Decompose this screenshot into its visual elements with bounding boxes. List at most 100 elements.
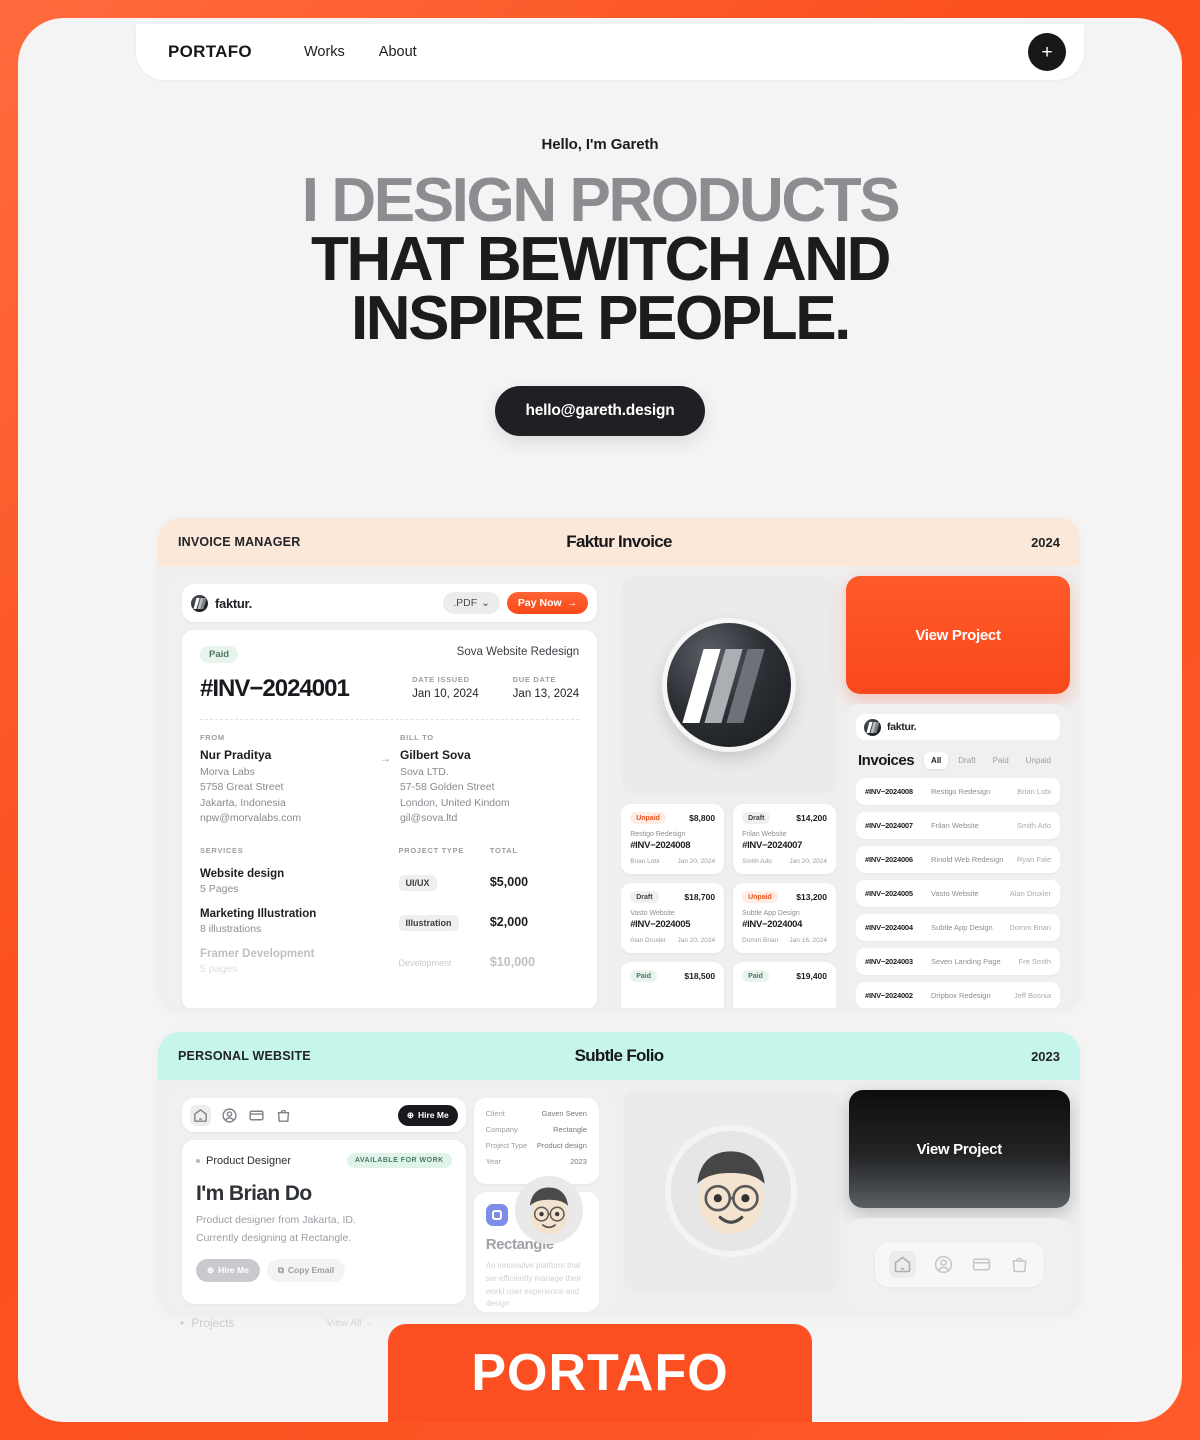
card-icon[interactable] (248, 1107, 265, 1124)
table-row[interactable]: #INV−2024008 Restigo Redesign Brian Lobi (856, 778, 1060, 805)
brand-logo[interactable]: PORTAFO (168, 42, 252, 62)
invoices-title: Invoices (858, 752, 915, 769)
faktur-topbar: faktur. .PDF ⌄ Pay Now → (182, 584, 598, 622)
row-client: Brian Lobi (1017, 787, 1051, 796)
meta-key: Company (485, 1125, 518, 1134)
tab-draft[interactable]: Draft (951, 752, 982, 769)
table-row[interactable]: #INV−2024005 Vasto Website Alan Druxler (856, 880, 1060, 907)
subtle-desc-1: Product designer from Jakarta, ID. (196, 1214, 356, 1226)
tab-paid[interactable]: Paid (986, 752, 1016, 769)
home-icon[interactable] (888, 1250, 916, 1278)
plus-circle-icon: ⊕ (406, 1109, 414, 1120)
mini-invoice-no: #INV−2024008 (630, 840, 691, 851)
hero-line-1: I DESIGN PRODUCTS (301, 166, 901, 235)
meta-value: 2023 (570, 1157, 587, 1166)
service-cell: Framer Development 5 pages (200, 948, 399, 975)
table-row[interactable]: #INV−2024007 Frilan Website Smith Ado (856, 812, 1060, 839)
copy-icon: ⧉ (277, 1264, 284, 1275)
bag-icon[interactable] (275, 1107, 292, 1124)
meta-row: Company Rectangle (486, 1125, 587, 1134)
due-date-value: Jan 13, 2024 (512, 688, 580, 700)
home-icon[interactable] (190, 1104, 211, 1126)
projects-label-text: Projects (191, 1316, 235, 1330)
service-title: Website design (200, 868, 285, 880)
project-card-faktur[interactable]: INVOICE MANAGER Faktur Invoice 2024 fakt… (158, 518, 1080, 1010)
mini-title: Subtle App Design (742, 910, 800, 917)
table-row[interactable]: #INV−2024003 Seven Landing Page Fre Smit… (856, 948, 1060, 975)
list-item[interactable]: Paid $18,500 (621, 962, 725, 1008)
nav-links: Works About (304, 44, 417, 60)
subtle-hero-card: Product Designer AVAILABLE FOR WORK I'm … (182, 1140, 583, 1304)
project-header: PERSONAL WEBSITE Subtle Folio 2023 (158, 1032, 1080, 1080)
meta-row: Project Type Product design (486, 1141, 587, 1150)
divider (200, 719, 580, 720)
list-item[interactable]: Unpaid $13,200 Subtle App Design #INV−20… (733, 883, 837, 953)
card-icon[interactable] (971, 1254, 992, 1275)
plus-circle-icon: ⊕ (207, 1264, 215, 1275)
list-item[interactable]: Draft $14,200 Frilan Website #INV−202400… (733, 804, 837, 874)
icon-bar (874, 1241, 1044, 1287)
date-issued-value: Jan 10, 2024 (412, 688, 479, 700)
dot-icon (196, 1158, 200, 1163)
rectangle-desc: An innovative platform that ser efficien… (485, 1261, 582, 1309)
pay-now-button[interactable]: Pay Now → (506, 592, 589, 614)
table-row[interactable]: #INV−2024006 Rinold Web Redesign Ryan Fa… (856, 846, 1060, 873)
email-cta-button[interactable]: hello@gareth.design (495, 386, 705, 436)
project-meta-card: Client Gaven Seven Company Rectangle Pro… (473, 1098, 599, 1184)
view-project-button[interactable]: View Project (846, 576, 1070, 694)
bill-to-line: Sova LTD. (399, 765, 449, 778)
service-cell: Marketing Illustration 8 illustrations (200, 908, 399, 935)
subtle-buttons: ⊕ Hire Me ⧉ Copy Email (196, 1258, 452, 1282)
project-body: ⊕ Hire Me Product Designer AVAILABLE FOR… (158, 1080, 1080, 1314)
tab-all[interactable]: All (924, 752, 949, 769)
download-pdf-button[interactable]: .PDF ⌄ (443, 592, 500, 614)
status-badge: Draft (742, 812, 771, 824)
meta-row: Year 2023 (486, 1157, 587, 1166)
meta-value: Rectangle (553, 1125, 587, 1134)
faktur-brand-label: faktur. (215, 595, 252, 611)
invoices-header: Invoices All Draft Paid Unpaid (858, 752, 1058, 769)
project-card-subtle-folio[interactable]: PERSONAL WEBSITE Subtle Folio 2023 ⊕ Hir… (158, 1032, 1080, 1314)
col-services: SERVICES (200, 846, 244, 855)
list-item[interactable]: Unpaid $8,800 Restigo Redesign #INV−2024… (621, 804, 725, 874)
list-item[interactable]: Draft $18,700 Vasto Website #INV−2024005… (621, 883, 725, 953)
row-invoice-no: #INV−2024005 (865, 889, 913, 898)
projects-label: • Projects (180, 1316, 235, 1330)
row-name: Vasto Website (931, 889, 979, 898)
service-sub: 8 illustrations (200, 923, 262, 935)
user-icon[interactable] (933, 1254, 954, 1275)
list-item[interactable]: Paid $19,400 (733, 962, 837, 1008)
view-project-button[interactable]: View Project (848, 1090, 1070, 1208)
mini-top: Draft $18,700 (630, 891, 715, 903)
user-icon[interactable] (221, 1107, 238, 1124)
service-type: Illustration (398, 914, 459, 931)
faktur-logo-card (621, 576, 837, 794)
copy-label: Copy Email (287, 1265, 335, 1275)
role-row: Product Designer AVAILABLE FOR WORK (196, 1153, 452, 1168)
invoices-list-card: faktur. Invoices All Draft Paid Unpaid #… (846, 704, 1070, 1008)
type-cell: Illustration (398, 913, 490, 931)
plus-icon[interactable]: + (1028, 33, 1066, 71)
table-row: Framer Development 5 pages Development $… (200, 948, 579, 975)
mini-top: Paid $18,500 (630, 970, 715, 982)
table-row[interactable]: #INV−2024002 Dripbox Redesign Jeff Bosni… (856, 982, 1060, 1008)
hire-label: Hire Me (417, 1110, 449, 1120)
bag-icon[interactable] (1009, 1254, 1030, 1275)
row-invoice-no: #INV−2024003 (865, 957, 913, 966)
amount: $13,200 (796, 892, 828, 902)
meta-value: Product design (536, 1141, 587, 1150)
hire-me-button[interactable]: ⊕ Hire Me (397, 1104, 458, 1126)
nav-link-about[interactable]: About (379, 44, 417, 60)
status-badge: Unpaid (630, 812, 666, 824)
role-label: Product Designer (206, 1154, 291, 1167)
tab-unpaid[interactable]: Unpaid (1019, 752, 1058, 769)
row-invoice-no: #INV−2024008 (865, 787, 913, 796)
mini-top: Unpaid $8,800 (630, 812, 715, 824)
mini-invoice-no: #INV−2024007 (742, 840, 803, 851)
table-row[interactable]: #INV−2024004 Subtle App Design Domm Bria… (856, 914, 1060, 941)
copy-email-button[interactable]: ⧉ Copy Email (266, 1258, 346, 1282)
faktur-window: faktur. .PDF ⌄ Pay Now → Paid Sova Websi… (182, 584, 598, 1008)
view-all-link[interactable]: View All → (327, 1318, 375, 1329)
hire-me-button-secondary[interactable]: ⊕ Hire Me (196, 1258, 260, 1282)
nav-link-works[interactable]: Works (304, 44, 345, 60)
